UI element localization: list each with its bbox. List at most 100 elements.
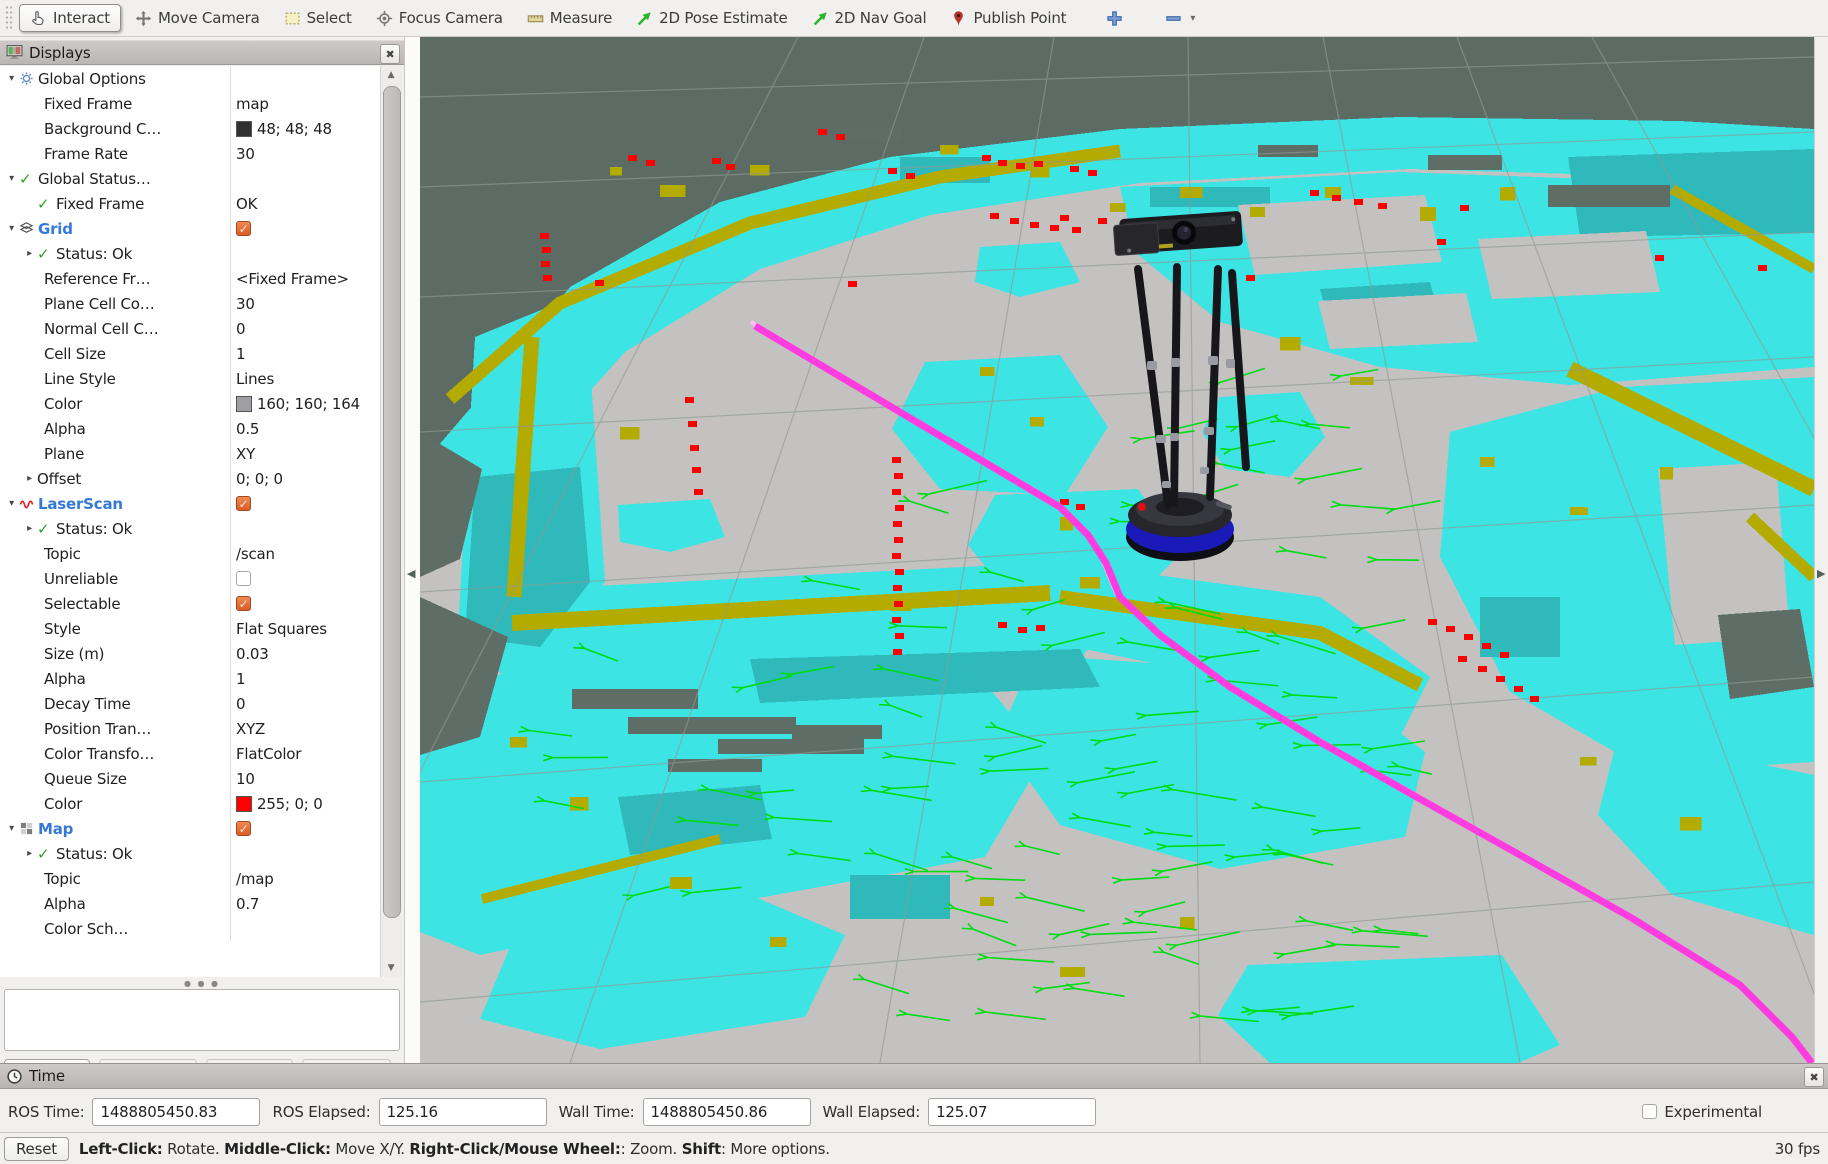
- close-icon[interactable]: ✖: [380, 44, 400, 64]
- measure-tool-button[interactable]: Measure: [517, 5, 622, 31]
- tree-row-value[interactable]: ✓: [230, 216, 378, 241]
- tree-row[interactable]: ▸Offset0; 0; 0: [0, 466, 380, 491]
- checkbox-unchecked[interactable]: [236, 571, 251, 586]
- left-splitter[interactable]: ◀: [405, 37, 420, 1063]
- expander-closed-icon[interactable]: ▸: [22, 473, 37, 484]
- tree-row-value[interactable]: 255; 0; 0: [230, 791, 378, 816]
- tree-row[interactable]: Color Transfo…FlatColor: [0, 741, 380, 766]
- tree-row-value[interactable]: Lines: [230, 366, 378, 391]
- tree-row[interactable]: Plane Cell Co…30: [0, 291, 380, 316]
- tree-row[interactable]: Decay Time0: [0, 691, 380, 716]
- tree-row-value[interactable]: 30: [230, 291, 378, 316]
- tree-row[interactable]: ▸✓Status: Ok: [0, 841, 380, 866]
- tree-row[interactable]: Queue Size10: [0, 766, 380, 791]
- tree-row[interactable]: ▾Map✓: [0, 816, 380, 841]
- tree-row[interactable]: ▾LaserScan✓: [0, 491, 380, 516]
- right-splitter[interactable]: ▶: [1814, 37, 1828, 1063]
- expander-open-icon[interactable]: ▾: [4, 823, 19, 834]
- tree-row[interactable]: Background C…48; 48; 48: [0, 116, 380, 141]
- tree-row[interactable]: Color Sch…: [0, 916, 380, 941]
- tree-row-value[interactable]: 0; 0; 0: [230, 466, 378, 491]
- tree-row-value[interactable]: ✓: [230, 591, 378, 616]
- tree-row[interactable]: Color255; 0; 0: [0, 791, 380, 816]
- time-field-value-input[interactable]: 125.07: [928, 1098, 1096, 1126]
- tree-row[interactable]: Fixed Framemap: [0, 91, 380, 116]
- checkbox-checked[interactable]: ✓: [236, 596, 251, 611]
- nav-goal-tool-button[interactable]: 2D Nav Goal: [802, 5, 937, 31]
- expander-closed-icon[interactable]: ▸: [22, 848, 37, 859]
- tree-row-value[interactable]: OK: [230, 191, 378, 216]
- tree-row[interactable]: ▸✓Status: Ok: [0, 241, 380, 266]
- tree-row-value[interactable]: /map: [230, 866, 378, 891]
- tree-row[interactable]: Cell Size1: [0, 341, 380, 366]
- pose-estimate-tool-button[interactable]: 2D Pose Estimate: [626, 5, 797, 31]
- expander-closed-icon[interactable]: ▸: [22, 248, 37, 259]
- expander-open-icon[interactable]: ▾: [4, 223, 19, 234]
- tree-scrollbar[interactable]: ▲ ▼: [380, 66, 402, 977]
- tree-row-value[interactable]: [230, 916, 378, 941]
- time-panel-header[interactable]: Time ✖: [0, 1063, 1828, 1089]
- tree-row[interactable]: Unreliable: [0, 566, 380, 591]
- tree-row-value[interactable]: 1: [230, 666, 378, 691]
- time-field-value-input[interactable]: 1488805450.83: [92, 1098, 260, 1126]
- tree-row-value[interactable]: ✓: [230, 491, 378, 516]
- tree-row-value[interactable]: [230, 841, 378, 866]
- tree-row-value[interactable]: 0.7: [230, 891, 378, 916]
- displays-panel-header[interactable]: Displays ✖: [0, 40, 404, 65]
- scroll-down-icon[interactable]: ▼: [381, 959, 401, 977]
- expander-open-icon[interactable]: ▾: [4, 173, 19, 184]
- tree-row[interactable]: ▸✓Status: Ok: [0, 516, 380, 541]
- tree-row-value[interactable]: XYZ: [230, 716, 378, 741]
- reset-button[interactable]: Reset: [4, 1137, 69, 1161]
- tree-row[interactable]: StyleFlat Squares: [0, 616, 380, 641]
- tree-row[interactable]: Alpha0.7: [0, 891, 380, 916]
- tree-row-value[interactable]: [230, 66, 378, 91]
- tree-row[interactable]: ▾Global Options: [0, 66, 380, 91]
- tree-row-value[interactable]: [230, 516, 378, 541]
- toolbar-grip[interactable]: [5, 5, 12, 31]
- tree-row-value[interactable]: ✓: [230, 816, 378, 841]
- scroll-up-icon[interactable]: ▲: [381, 66, 401, 84]
- tree-row[interactable]: Position Tran…XYZ: [0, 716, 380, 741]
- tree-row-value[interactable]: 0: [230, 316, 378, 341]
- close-icon[interactable]: ✖: [1804, 1067, 1824, 1087]
- expander-open-icon[interactable]: ▾: [4, 498, 19, 509]
- remove-tool-button[interactable]: ▾: [1155, 6, 1205, 31]
- tree-row-value[interactable]: FlatColor: [230, 741, 378, 766]
- checkbox-checked[interactable]: ✓: [236, 821, 251, 836]
- tree-row-value[interactable]: [230, 241, 378, 266]
- collapse-right-icon[interactable]: ▶: [1817, 567, 1825, 580]
- tree-row[interactable]: PlaneXY: [0, 441, 380, 466]
- tree-row-value[interactable]: 30: [230, 141, 378, 166]
- tree-row-value[interactable]: 0.5: [230, 416, 378, 441]
- tree-row-value[interactable]: 160; 160; 164: [230, 391, 378, 416]
- tree-row[interactable]: Reference Fr…<Fixed Frame>: [0, 266, 380, 291]
- expander-open-icon[interactable]: ▾: [4, 73, 19, 84]
- tree-row[interactable]: ✓Fixed FrameOK: [0, 191, 380, 216]
- interact-tool-button[interactable]: Interact: [19, 4, 121, 32]
- tree-row-value[interactable]: [230, 566, 378, 591]
- tree-row-value[interactable]: 10: [230, 766, 378, 791]
- select-tool-button[interactable]: Select: [274, 5, 362, 31]
- checkbox-checked[interactable]: ✓: [236, 221, 251, 236]
- tree-row-value[interactable]: /scan: [230, 541, 378, 566]
- experimental-option[interactable]: Experimental: [1642, 1090, 1762, 1133]
- panel-splitter-handle[interactable]: ● ● ●: [0, 979, 404, 987]
- add-tool-button[interactable]: [1096, 6, 1133, 31]
- checkbox-checked[interactable]: ✓: [236, 496, 251, 511]
- tree-row[interactable]: Color160; 160; 164: [0, 391, 380, 416]
- publish-point-tool-button[interactable]: Publish Point: [940, 5, 1076, 31]
- time-field-value-input[interactable]: 1488805450.86: [643, 1098, 811, 1126]
- displays-tree[interactable]: ▾Global OptionsFixed FramemapBackground …: [0, 66, 380, 977]
- tree-row[interactable]: ▾Grid✓: [0, 216, 380, 241]
- chevron-down-icon[interactable]: ▾: [1190, 13, 1195, 24]
- tree-row-value[interactable]: map: [230, 91, 378, 116]
- tree-row-value[interactable]: 0: [230, 691, 378, 716]
- tree-row-value[interactable]: Flat Squares: [230, 616, 378, 641]
- expander-closed-icon[interactable]: ▸: [22, 523, 37, 534]
- tree-row[interactable]: Frame Rate30: [0, 141, 380, 166]
- tree-row[interactable]: Topic/scan: [0, 541, 380, 566]
- tree-row[interactable]: Size (m)0.03: [0, 641, 380, 666]
- move-camera-tool-button[interactable]: Move Camera: [125, 5, 270, 31]
- tree-row-value[interactable]: [230, 166, 378, 191]
